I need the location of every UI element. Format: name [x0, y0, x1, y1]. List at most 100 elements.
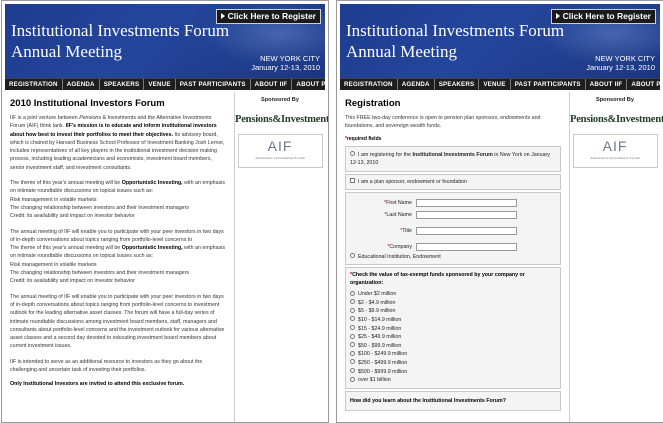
first-name-input[interactable]	[416, 198, 517, 207]
text-span: Pensions	[79, 115, 101, 121]
fund-option: $5 - $9.9 million	[350, 307, 556, 316]
edu-radio[interactable]	[350, 253, 355, 259]
sponsor-check-box: I am a plan sponsor, endowment or founda…	[345, 173, 561, 190]
register-button[interactable]: Click Here to Register	[215, 9, 321, 24]
sponsored-by-label: Sponsored By	[261, 97, 299, 103]
nav-registration[interactable]: REGISTRATION	[5, 79, 63, 90]
fund-radio[interactable]	[350, 342, 355, 348]
register-button-label: Click Here to Register	[227, 11, 316, 21]
topic-item: The changing relationship between invest…	[10, 270, 190, 277]
sponsor-sidebar: Sponsored By Pensions&Investments AIF Al…	[234, 92, 328, 422]
register-event-radio[interactable]	[350, 151, 355, 157]
fund-option: $100 - $249.9 million	[350, 350, 556, 359]
company-label: *Company	[350, 243, 416, 251]
page-title: 2010 Institutional Investors Forum	[10, 98, 165, 109]
text-span: The theme of this year's annual meeting …	[10, 245, 122, 252]
nav-speakers[interactable]: SPEAKERS	[100, 79, 145, 90]
title-row: *Title	[350, 225, 556, 237]
plan-sponsor-checkbox[interactable]	[350, 178, 355, 184]
event-title: Institutional Investments Forum Annual M…	[11, 20, 229, 62]
nav-agenda[interactable]: AGENDA	[63, 79, 100, 90]
aif-logo[interactable]: AIF Alternative Investments Forum	[237, 134, 323, 168]
nav-speakers[interactable]: SPEAKERS	[435, 79, 480, 90]
last-name-label: *Last Name	[350, 211, 416, 219]
last-name-input[interactable]	[416, 210, 517, 219]
title-label: *Title	[350, 227, 416, 235]
nav-about-iif[interactable]: ABOUT IIF	[586, 79, 628, 90]
event-location: NEW YORK CITY January 12-13, 2010	[251, 54, 320, 72]
text-span: The theme of this year's annual meeting …	[10, 180, 122, 187]
aif-logo[interactable]: AIF Alternative Investments Forum	[572, 134, 658, 168]
nav-past-participants[interactable]: PAST PARTICIPANTS	[511, 79, 586, 90]
fund-option: Under $2 million	[350, 290, 556, 299]
last-name-row: *Last Name	[350, 209, 556, 221]
page-title: Registration	[345, 98, 401, 109]
fund-radio[interactable]	[350, 325, 355, 331]
nav-venue[interactable]: VENUE	[479, 79, 511, 90]
fund-option-label: $2 - $4.9 million	[358, 299, 396, 306]
pensions-investments-logo[interactable]: Pensions&Investments	[570, 114, 663, 125]
fund-radio[interactable]	[350, 333, 355, 339]
funds-box: *Check the value of tax-exempt funds spo…	[345, 267, 561, 389]
fund-option-label: $15 - $24.9 million	[358, 325, 402, 332]
edu-label: Educational Institution, Endowment	[358, 253, 441, 260]
nav-about-iif[interactable]: ABOUT IIF	[251, 79, 293, 90]
first-name-row: *First Name	[350, 197, 556, 209]
topic-item: Risk management in volatile markets	[10, 261, 97, 268]
nav-past-participants[interactable]: PAST PARTICIPANTS	[176, 79, 251, 90]
event-name: Institutional Investments Forum	[412, 151, 493, 158]
resource-paragraph: IIF is intended to serve as an additiona…	[10, 358, 203, 374]
main-content: 2010 Institutional Investors Forum IIF i…	[5, 92, 230, 422]
text-span: The annual meeting of IIF will enable yo…	[10, 228, 224, 243]
fund-radio[interactable]	[350, 368, 355, 374]
fund-radio[interactable]	[350, 376, 355, 382]
fund-radio[interactable]	[350, 290, 355, 296]
first-name-label: *First Name	[350, 199, 416, 207]
intro-paragraph: IIF is a joint venture between Pensions …	[10, 114, 226, 172]
main-nav: REGISTRATION AGENDA SPEAKERS VENUE PAST …	[340, 78, 663, 90]
nav-venue[interactable]: VENUE	[144, 79, 176, 90]
referral-box: How did you learn about the Institutiona…	[345, 390, 561, 411]
nav-agenda[interactable]: AGENDA	[398, 79, 435, 90]
arrow-right-icon	[555, 13, 560, 19]
arrow-right-icon	[220, 13, 225, 19]
registration-intro: This FREE two-day conference is open to …	[345, 115, 541, 130]
sponsor-sidebar: Sponsored By Pensions&Investments AIF Al…	[569, 92, 663, 422]
meeting-paragraph-1: The annual meeting of IIF will enable yo…	[10, 228, 226, 286]
company-input[interactable]	[416, 242, 517, 251]
fund-option-label: $5 - $9.9 million	[358, 308, 396, 315]
fund-option: $2 - $4.9 million	[350, 299, 556, 308]
register-button[interactable]: Click Here to Register	[550, 9, 656, 24]
topic-item: Credit: its availability and impact on i…	[10, 213, 135, 220]
nav-about-pi[interactable]: ABOUT P&I	[627, 79, 663, 90]
title-input[interactable]	[416, 226, 517, 235]
register-button-label: Click Here to Register	[562, 11, 651, 21]
title-label-text: Title	[402, 227, 412, 234]
fund-option-label: $25 - $49.9 million	[358, 334, 402, 341]
company-label-text: Company	[389, 243, 412, 250]
pensions-investments-logo[interactable]: Pensions&Investments	[235, 114, 328, 125]
contact-fields-box: *First Name *Last Name *Title *Company E…	[345, 191, 561, 266]
fund-radio[interactable]	[350, 359, 355, 365]
fund-radio[interactable]	[350, 350, 355, 356]
topic-item: Credit: its availability and impact on i…	[10, 278, 135, 285]
location-city: NEW YORK CITY	[260, 54, 320, 63]
location-city: NEW YORK CITY	[595, 54, 655, 63]
topic-item: The changing relationship between invest…	[10, 204, 190, 211]
sponsored-by-label: Sponsored By	[596, 97, 634, 103]
fund-radio[interactable]	[350, 299, 355, 305]
header-banner: Institutional Investments Forum Annual M…	[5, 4, 325, 78]
left-page: Institutional Investments Forum Annual M…	[1, 0, 329, 423]
fund-radio[interactable]	[350, 307, 355, 313]
meeting-paragraph-2: The annual meeting of IIF will enable yo…	[10, 293, 225, 350]
text-span: I am registering for the	[358, 151, 413, 158]
funds-question: *Check the value of tax-exempt funds spo…	[350, 271, 556, 287]
nav-about-pi[interactable]: ABOUT P&I	[292, 79, 328, 90]
edu-option: Educational Institution, Endowment	[350, 253, 556, 262]
aif-logo-text: AIF	[267, 138, 293, 154]
fund-radio[interactable]	[350, 316, 355, 322]
nav-registration[interactable]: REGISTRATION	[340, 79, 398, 90]
event-title-line2: Annual Meeting	[11, 42, 122, 61]
referral-question: How did you learn about the Institutiona…	[350, 397, 506, 404]
fund-option: $10 - $14.9 million	[350, 316, 556, 325]
